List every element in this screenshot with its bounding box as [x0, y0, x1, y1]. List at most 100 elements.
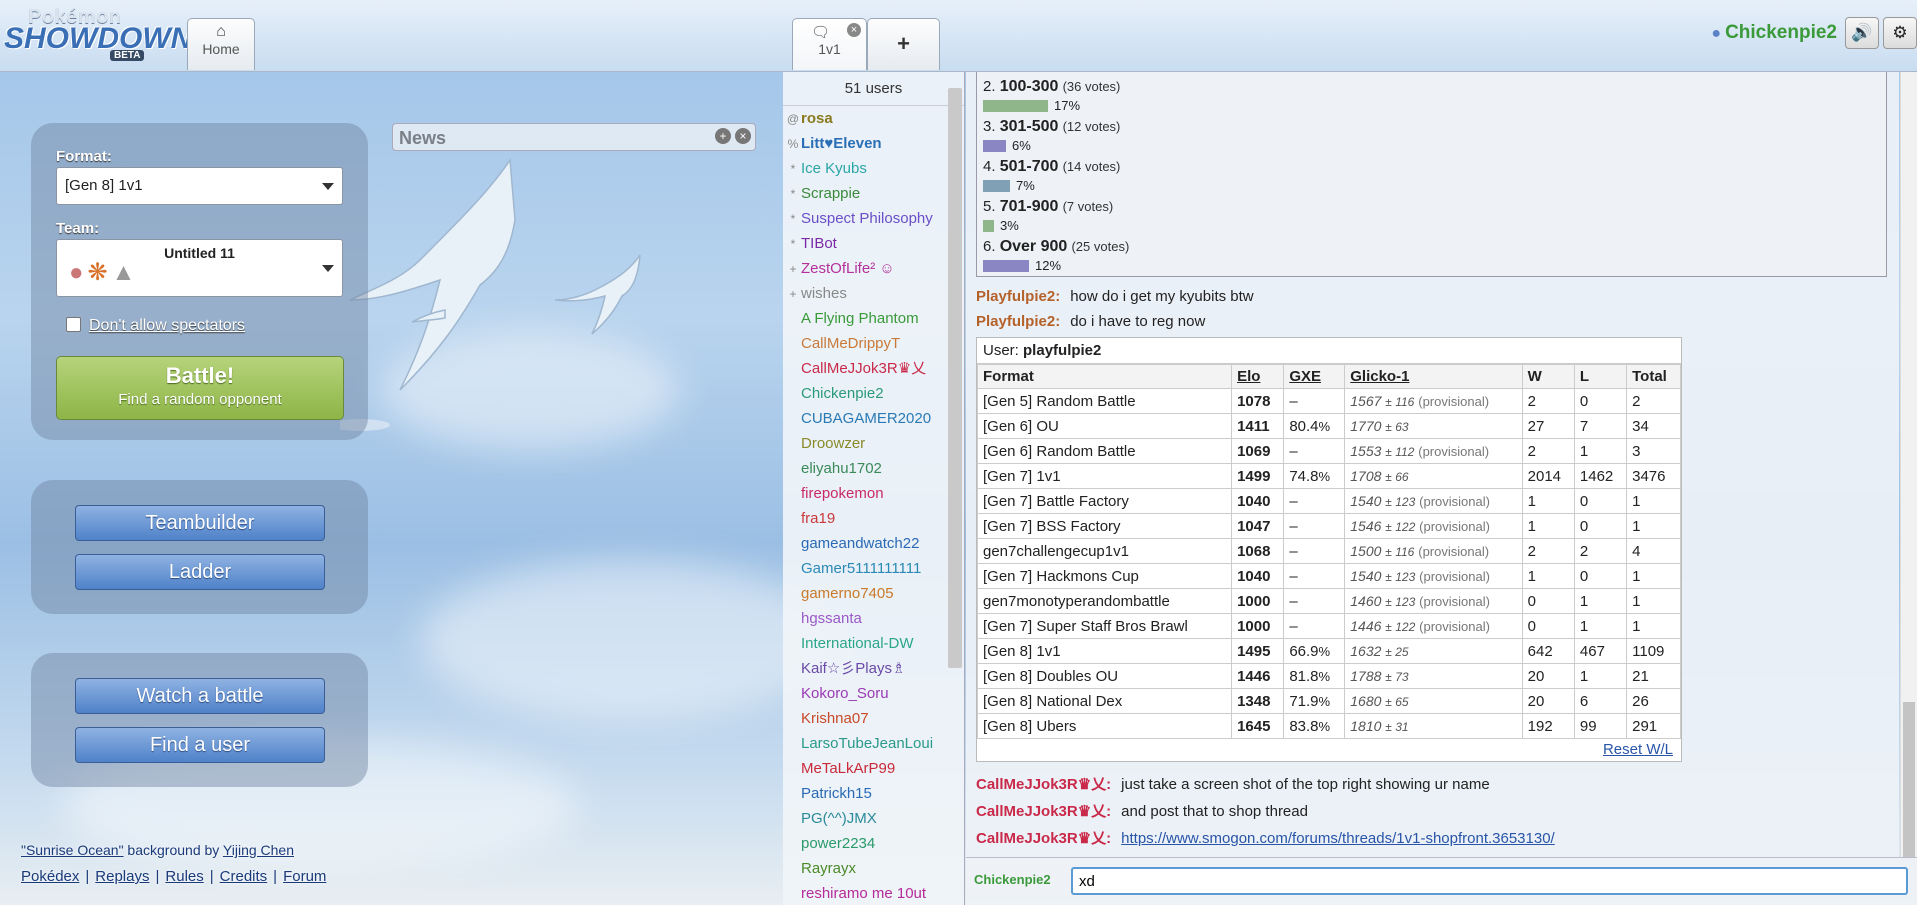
userlist-scrollbar[interactable]	[948, 88, 962, 668]
chat-input[interactable]	[1071, 867, 1908, 895]
user-icon: ●	[1711, 25, 1722, 42]
close-tab-icon[interactable]: ×	[847, 23, 861, 37]
userlist-item[interactable]: Rayrayx	[783, 856, 964, 881]
background-artist-link[interactable]: Yijing Chen	[223, 842, 294, 858]
username-button[interactable]: ● Chickenpie2	[1711, 22, 1837, 44]
rankings-gxe: –	[1283, 513, 1346, 539]
rankings-gxe-value: 83.8	[1289, 717, 1319, 735]
options-button[interactable]: ⚙	[1883, 17, 1917, 49]
userlist-item[interactable]: CallMeJJok3R♛乂	[783, 356, 964, 381]
userlist-item[interactable]: * TIBot	[783, 231, 964, 256]
userlist-item[interactable]: CallMeDrippyT	[783, 331, 964, 356]
battle-button[interactable]: Battle! Find a random opponent	[56, 356, 344, 420]
footer-link-forum[interactable]: Forum	[283, 868, 326, 885]
userlist-item[interactable]: Kokoro_Soru	[783, 681, 964, 706]
user-name: TIBot	[801, 235, 837, 252]
format-value: [Gen 8] 1v1	[65, 177, 143, 194]
footer-link-pokedex[interactable]: Pokédex	[21, 868, 79, 885]
chat-username[interactable]: CallMeJJok3R♛乂:	[976, 803, 1111, 820]
user-count[interactable]: 51 users	[783, 72, 964, 106]
footer-link-rules[interactable]: Rules	[165, 868, 203, 885]
userlist-item[interactable]: Gamer5111111111	[783, 556, 964, 581]
userlist-item[interactable]: A Flying Phantom	[783, 306, 964, 331]
tab-home[interactable]: ⌂ Home	[187, 18, 255, 70]
userlist-item[interactable]: eliyahu1702	[783, 456, 964, 481]
rankings-header-cell[interactable]: Elo	[1231, 364, 1285, 389]
userlist-item[interactable]: Droowzer	[783, 431, 964, 456]
footer-links: Pokédex | Replays | Rules | Credits | Forum	[21, 868, 326, 885]
poll-option: 3. 301-500 (12 votes)	[983, 118, 1120, 136]
ladder-button[interactable]: Ladder	[75, 554, 325, 590]
chat-scroll-thumb[interactable]	[1903, 702, 1915, 857]
rankings-elo: 1040	[1231, 488, 1285, 514]
rankings-gxe-value: 74.8	[1289, 467, 1319, 485]
userlist-item[interactable]: gameandwatch22	[783, 531, 964, 556]
user-group-symbol: *	[790, 162, 796, 176]
chat-username[interactable]: Playfulpie2:	[976, 288, 1060, 305]
rankings-wins: 2	[1521, 538, 1575, 564]
userlist-item[interactable]: power2234	[783, 831, 964, 856]
format-select[interactable]: [Gen 8] 1v1	[56, 167, 343, 205]
userlist-item[interactable]: % Litt♥Eleven	[783, 131, 964, 156]
rankings-losses: 6	[1573, 688, 1628, 714]
userlist-item[interactable]: firepokemon	[783, 481, 964, 506]
close-icon[interactable]: ×	[735, 128, 751, 144]
sound-button[interactable]: 🔊	[1845, 17, 1879, 49]
team-select[interactable]: Untitled 11 ●❋▲	[56, 239, 343, 297]
userlist-item[interactable]: PG(^^)JMX	[783, 806, 964, 831]
userlist-item[interactable]: hgssanta	[783, 606, 964, 631]
spectator-toggle[interactable]: Don't allow spectators	[66, 317, 245, 335]
rankings-glicko-deviation: ± 116	[1385, 395, 1415, 409]
rankings-gxe-value: –	[1289, 542, 1298, 560]
expand-icon[interactable]: +	[715, 128, 731, 144]
userlist-item[interactable]: Chickenpie2	[783, 381, 964, 406]
userlist-item[interactable]: Krishna07	[783, 706, 964, 731]
userlist-item[interactable]: @ rosa	[783, 106, 964, 131]
userlist-item[interactable]: CUBAGAMER2020	[783, 406, 964, 431]
rankings-gxe-percent: %	[1318, 418, 1331, 434]
rankings-header-cell[interactable]: Glicko-1	[1344, 364, 1523, 389]
rankings-gxe-value: 71.9	[1289, 692, 1319, 710]
teambuilder-button[interactable]: Teambuilder	[75, 505, 325, 541]
watch-battle-button[interactable]: Watch a battle	[75, 678, 325, 714]
chat-scrollbar[interactable]	[1900, 72, 1917, 857]
reset-wl-button[interactable]: Reset W/L	[1603, 741, 1673, 758]
userlist-item[interactable]: International-DW	[783, 631, 964, 656]
spectator-checkbox[interactable]	[66, 317, 81, 332]
chat-username[interactable]: Playfulpie2:	[976, 313, 1060, 330]
footer-link-credits[interactable]: Credits	[220, 868, 268, 885]
rankings-glicko-deviation: ± 66	[1385, 470, 1409, 484]
user-name: Droowzer	[801, 435, 866, 452]
userlist-item[interactable]: gamerno7405	[783, 581, 964, 606]
user-name: Kokoro_Soru	[801, 685, 889, 702]
rankings-glicko: 1460 ± 123 (provisional)	[1344, 588, 1523, 614]
userlist-item[interactable]: Patrickh15	[783, 781, 964, 806]
userlist-item[interactable]: MeTaLkArP99	[783, 756, 964, 781]
userlist-item[interactable]: fra19	[783, 506, 964, 531]
rankings-header-cell[interactable]: GXE	[1283, 364, 1346, 389]
chat-username[interactable]: CallMeJJok3R♛乂:	[976, 830, 1111, 847]
rankings-losses: 0	[1573, 513, 1628, 539]
showdown-logo[interactable]: Pokémon SHOWDOWN BETA	[4, 6, 192, 61]
user-name: Gamer5111111111	[801, 560, 922, 577]
rankings-elo: 1047	[1231, 513, 1285, 539]
userlist-item[interactable]: * Ice Kyubs	[783, 156, 964, 181]
userlist-item[interactable]: reshiramo me 10ut	[783, 881, 964, 905]
userlist-item[interactable]: + wishes	[783, 281, 964, 306]
userlist-item[interactable]: + ZestOfLife² ☺	[783, 256, 964, 281]
userlist-item[interactable]: * Suspect Philosophy	[783, 206, 964, 231]
userlist-item[interactable]: * Scrappie	[783, 181, 964, 206]
user-name: gameandwatch22	[801, 535, 920, 552]
team-pokemon-icons: ●❋▲	[69, 258, 139, 287]
rankings-glicko-deviation: ± 116	[1385, 545, 1415, 559]
userlist-item[interactable]: LarsoTubeJeanLoui	[783, 731, 964, 756]
new-tab-button[interactable]: +	[867, 18, 940, 70]
rankings-wins: 20	[1521, 688, 1575, 714]
footer-link-replays[interactable]: Replays	[95, 868, 149, 885]
chat-username[interactable]: CallMeJJok3R♛乂:	[976, 776, 1111, 793]
chat-message-link[interactable]: https://www.smogon.com/forums/threads/1v…	[1121, 830, 1555, 847]
userlist-item[interactable]: Kaif☆彡Plays♗	[783, 656, 964, 681]
background-name-link[interactable]: "Sunrise Ocean"	[21, 842, 124, 858]
tab-1v1-room[interactable]: 🗨 × 1v1	[792, 18, 867, 70]
find-user-button[interactable]: Find a user	[75, 727, 325, 763]
